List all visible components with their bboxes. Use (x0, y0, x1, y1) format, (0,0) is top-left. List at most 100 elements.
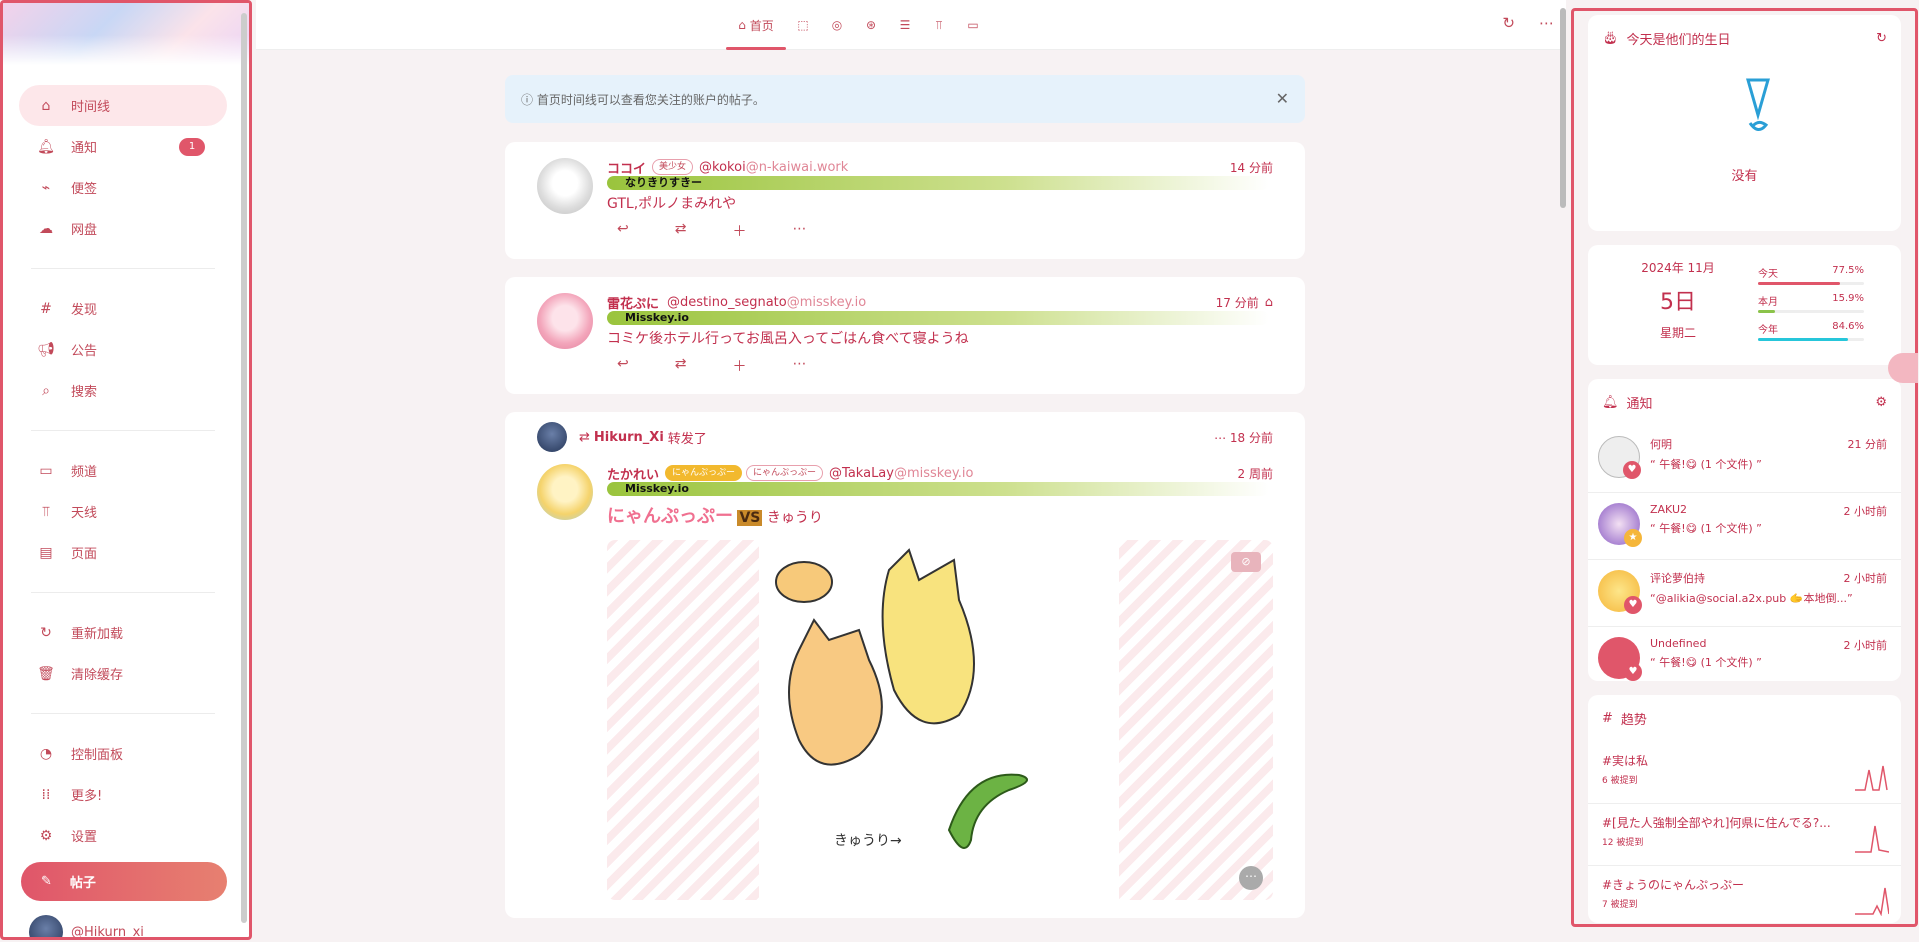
avatar[interactable] (537, 158, 593, 214)
sidebar-item-announcements[interactable]: 📢︎ 公告 (19, 329, 227, 370)
avatar[interactable] (537, 293, 593, 349)
paperclip-icon: ⌁ (41, 179, 51, 196)
trend-item[interactable]: #[見た人強制全部やれ]何県に住んでる?... 12 被提到 (1588, 804, 1901, 866)
plus-icon[interactable]: ＋ (732, 356, 746, 376)
more-icon[interactable]: ⋯ (792, 356, 806, 376)
refresh-icon: ↻ (40, 624, 52, 641)
user-handle[interactable]: @TakaLay (829, 466, 894, 481)
post-button-label: 帖子 (69, 876, 96, 891)
renoter-name[interactable]: Hikurn_Xi (594, 430, 664, 445)
tab-global[interactable]: ⊛ (854, 0, 888, 50)
tab-list[interactable]: ☰ (888, 0, 922, 50)
main-scrollbar[interactable] (1560, 8, 1566, 208)
post-button[interactable]: ✎ 帖子 (21, 862, 227, 901)
notification-item[interactable]: ♥ Undefined “ 午餐!😋 (1 个文件) ” 2 小时前 (1588, 627, 1901, 681)
side-drawer-handle[interactable] (1888, 353, 1918, 383)
user-handle[interactable]: @kokoi (699, 160, 746, 175)
heart-icon: ♥ (1624, 596, 1642, 614)
renote-icon[interactable]: ⇄ (675, 221, 687, 241)
sidebar-item-drive[interactable]: ☁ 网盘 (19, 208, 227, 249)
sidebar-item-timeline[interactable]: ⌂ 时间线 (19, 85, 227, 126)
note-time[interactable]: 2 周前 (1238, 465, 1273, 482)
renote-action: 转发了 (667, 431, 707, 447)
sidebar-item-notifications[interactable]: 🔔︎ 通知 1 (19, 126, 227, 167)
more-icon[interactable]: ⋯ (792, 221, 806, 241)
trend-count: 6 被提到 (1602, 776, 1638, 786)
sidebar-item-search[interactable]: ⌕ 搜索 (19, 370, 227, 411)
sidebar-item-pages[interactable]: ▤ 页面 (19, 532, 227, 573)
divider (31, 713, 215, 714)
hide-media-icon[interactable]: ⊘ (1231, 552, 1261, 572)
tab-home[interactable]: ⌂ 首页 (726, 0, 786, 50)
trend-item[interactable]: #実は私 6 被提到 (1588, 742, 1901, 804)
note-body: たかれい にゃんぷっぷー にゃんぷっぷー @TakaLay @misskey.i… (607, 464, 1273, 900)
trend-item[interactable]: #きょうのにゃんぷっぷー 7 被提到 (1588, 866, 1901, 924)
display-name[interactable]: 雷花ぷに (607, 293, 659, 312)
image[interactable]: きゅうり→ (759, 540, 1119, 900)
note-time[interactable]: 17 分前 (1216, 294, 1259, 311)
renote-card[interactable]: ⇄ Hikurn_Xi 转发了 ⋯ 18 分前 たかれい にゃんぷっぷー にゃん… (505, 412, 1305, 918)
sidebar-item-more[interactable]: ⁞⁞ 更多! (19, 774, 227, 815)
sidebar-item-clips[interactable]: ⌁ 便签 (19, 167, 227, 208)
notification-item[interactable]: ★ ZAKU2 “ 午餐!😋 (1 个文件) ” 2 小时前 (1588, 493, 1901, 560)
top-actions: ↻ ⋯ (1502, 14, 1554, 32)
sidebar-item-clear-cache[interactable]: 🗑︎ 清除缓存 (19, 653, 227, 694)
plus-icon[interactable]: ＋ (732, 221, 746, 241)
renote-icon: ⇄ (579, 429, 590, 445)
sidebar-item-control-panel[interactable]: ◔ 控制面板 (19, 733, 227, 774)
media-attachment[interactable]: きゅうり→ ⊘ ⋯ (607, 540, 1273, 900)
sidebar-item-label: 页面 (71, 547, 98, 562)
display-name[interactable]: ココイ (607, 158, 646, 177)
info-icon: ⓘ (521, 92, 537, 107)
heart-icon: ♥ (1623, 461, 1641, 479)
list-icon: ☰ (899, 18, 911, 32)
tab-local[interactable]: ⬚ (786, 0, 820, 50)
note-text-tail: きゅうり (766, 510, 823, 526)
more-icon[interactable]: ⋯ (1539, 14, 1554, 32)
user-handle[interactable]: @destino_segnato (667, 295, 787, 310)
avatar[interactable] (537, 422, 567, 452)
widget-header: # 趋势 (1588, 695, 1901, 742)
tab-home-label: 首页 (749, 18, 774, 33)
sparkline (1855, 825, 1889, 853)
reply-icon[interactable]: ↩ (617, 356, 629, 376)
progress-list: 今天 77.5% 本月 15.9% 今年 84.6% (1758, 259, 1891, 351)
gear-icon[interactable]: ⚙ (1875, 395, 1887, 410)
account-button[interactable]: @Hikurn_xi (19, 915, 227, 937)
tab-social[interactable]: ◎ (820, 0, 854, 50)
notification-item[interactable]: ♥ 评论萝伯持 “@alikia@social.a2x.pub 🫱本地倒...”… (1588, 560, 1901, 627)
avatar[interactable]: ★ (1598, 503, 1642, 547)
renote-icon[interactable]: ⇄ (675, 356, 687, 376)
sidebar-item-channels[interactable]: ▭ 频道 (19, 450, 227, 491)
progress-label: 今天 (1758, 269, 1778, 280)
sidebar-item-explore[interactable]: # 发现 (19, 288, 227, 329)
sidebar-nav: ⌂ 时间线 🔔︎ 通知 1 ⌁ 便签 ☁ 网盘 # 发现 📢︎ 公告 ⌕ 搜索 … (3, 65, 249, 937)
note-card[interactable]: 雷花ぷに @destino_segnato @misskey.io 17 分前 … (505, 277, 1305, 394)
note-card[interactable]: ココイ 美少女 @kokoi @n-kaiwai.work 14 分前 なりきり… (505, 142, 1305, 259)
avatar[interactable]: ♥ (1598, 436, 1641, 479)
notification-item[interactable]: ♥ 何明 “ 午餐!😋 (1 个文件) ” 21 分前 (1588, 426, 1901, 493)
sidebar-item-settings[interactable]: ⚙ 设置 (19, 815, 227, 856)
refresh-icon[interactable]: ↻ (1502, 14, 1515, 32)
note-time[interactable]: 14 分前 (1230, 159, 1273, 176)
sidebar-scrollbar[interactable] (241, 13, 247, 923)
avatar[interactable] (537, 464, 593, 520)
sidebar-item-reload[interactable]: ↻ 重新加载 (19, 612, 227, 653)
more-icon[interactable]: ⋯ (1239, 866, 1263, 890)
tab-antenna[interactable]: ⫪ (922, 0, 956, 50)
refresh-icon[interactable]: ↻ (1876, 31, 1887, 46)
note-actions: ↩ ⇄ ＋ ⋯ (607, 221, 1273, 241)
avatar[interactable]: ♥ (1598, 570, 1642, 614)
notifications-widget: 🔔︎ 通知 ⚙ ♥ 何明 “ 午餐!😋 (1 个文件) ” 21 分前 ★ ZA… (1588, 379, 1901, 681)
sidebar-item-antennas[interactable]: ⫪ 天线 (19, 491, 227, 532)
renote-time[interactable]: ⋯ 18 分前 (1214, 429, 1273, 446)
widget-header: 🔔︎ 通知 ⚙ (1588, 379, 1901, 426)
close-icon[interactable]: ✕ (1276, 89, 1289, 108)
reply-icon[interactable]: ↩ (617, 221, 629, 241)
home-icon: ⌂ (738, 18, 750, 32)
avatar[interactable]: ♥ (1598, 637, 1642, 681)
tab-channel[interactable]: ▭ (956, 0, 990, 50)
widget-title: 通知 (1626, 397, 1653, 412)
cake-icon: 🎂︎ (1602, 31, 1619, 46)
display-name[interactable]: たかれい (607, 464, 659, 483)
